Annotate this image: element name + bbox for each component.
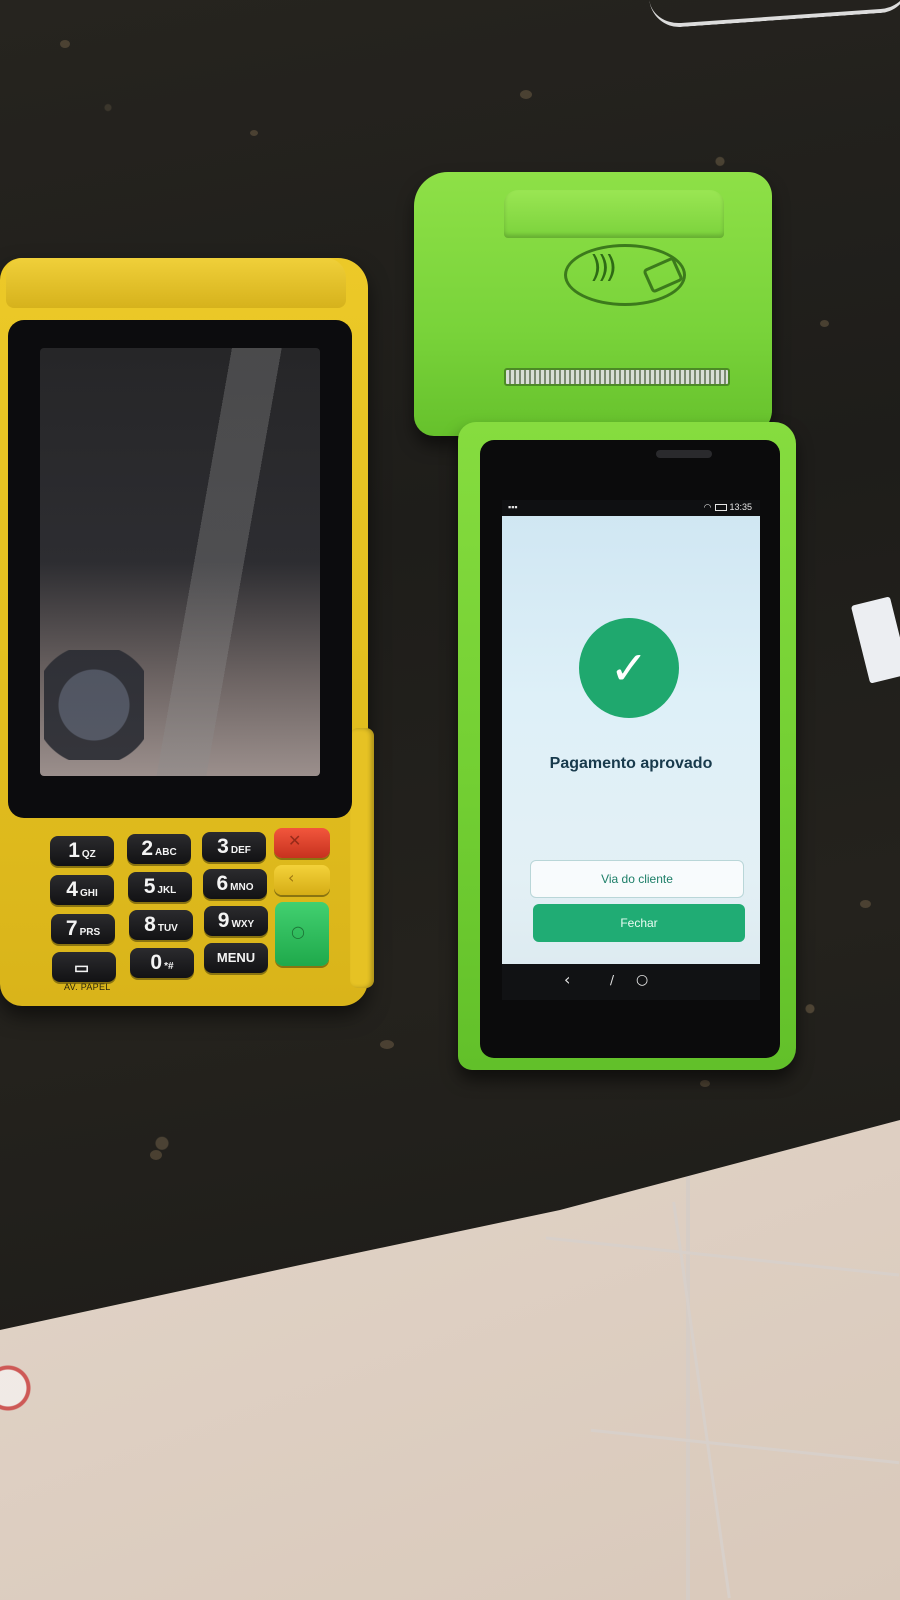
counter-speck xyxy=(700,1080,710,1087)
circle-icon: ○ xyxy=(291,922,305,941)
check-icon: ✓ xyxy=(609,641,649,695)
home-icon[interactable]: / xyxy=(610,970,614,990)
success-badge: ✓ xyxy=(579,618,679,718)
close-button[interactable]: Fechar xyxy=(533,904,745,942)
key-0[interactable]: 0 *# xyxy=(130,948,194,978)
contactless-waves-icon: ))) xyxy=(590,250,617,285)
receipt-paper-slot xyxy=(504,368,730,386)
counter-speck xyxy=(150,1150,162,1160)
terminal-keypad: 1 QZ 2 ABC 3 DEF ✕ 4 GHI 5 JKL 6 MNO ‹ 7 PRS 8T… xyxy=(46,828,336,998)
confirm-key[interactable]: ○ xyxy=(275,902,329,966)
screen-reflection xyxy=(44,650,144,760)
key-1[interactable]: 1 QZ xyxy=(50,836,114,866)
battery-icon xyxy=(715,504,728,512)
cancel-key[interactable]: ✕ xyxy=(274,828,330,858)
counter-speck xyxy=(380,1040,394,1049)
key-3[interactable]: 3 DEF xyxy=(202,832,266,862)
terminal-earpiece xyxy=(656,450,712,458)
signal-icon: ▪▪▪ xyxy=(508,502,518,512)
payment-app-screen: ▪▪▪ ◠ 13:35 ✓ Pagamento aprovado Via do c… xyxy=(502,500,760,1000)
key-7[interactable]: 7 PRS xyxy=(51,914,115,944)
status-bar: ▪▪▪ ◠ 13:35 xyxy=(502,500,760,516)
recents-icon[interactable]: ○ xyxy=(636,970,648,990)
key-9[interactable]: 9 WXY xyxy=(204,906,268,936)
key-4[interactable]: 4 GHI xyxy=(50,875,114,905)
back-arrow-icon: ‹ xyxy=(288,868,295,887)
payment-status-title: Pagamento aprovado xyxy=(549,755,713,772)
system-nav-bar: ‹ / ○ xyxy=(502,964,760,1000)
correct-key[interactable]: ‹ xyxy=(274,865,330,895)
status-right: ◠ 13:35 xyxy=(704,502,752,513)
status-time: 13:35 xyxy=(729,502,752,512)
key-6[interactable]: 6 MNO xyxy=(203,869,267,899)
terminal-top-lip xyxy=(6,258,346,308)
green-payment-terminal: ))) ▪▪▪ ◠ 13:35 ✓ Pagamento aprovado Via … xyxy=(414,172,796,1070)
paper-feed-key[interactable]: ▭ xyxy=(52,952,116,982)
counter-speck xyxy=(60,40,70,48)
counter-speck xyxy=(250,130,258,136)
x-icon: ✕ xyxy=(288,831,302,850)
wifi-icon: ◠ xyxy=(703,502,712,512)
key-2[interactable]: 2 ABC xyxy=(127,834,191,864)
customer-receipt-button[interactable]: Via do cliente xyxy=(530,860,744,898)
key-8[interactable]: 8 TUV xyxy=(129,910,193,940)
back-icon[interactable]: ‹ xyxy=(564,970,570,990)
printer-icon: ▭ xyxy=(74,960,90,977)
terminal-printer-head: ))) xyxy=(414,172,772,436)
counter-speck xyxy=(820,320,829,327)
paper-feed-label: AV. PAPEL xyxy=(64,982,111,992)
menu-key[interactable]: MENU xyxy=(204,943,268,973)
cloth-corner xyxy=(0,1340,40,1460)
counter-speck xyxy=(860,900,871,908)
terminal-side-strap xyxy=(350,728,374,988)
key-5[interactable]: 5 JKL xyxy=(128,872,192,902)
counter-speck xyxy=(520,90,532,99)
printer-lid[interactable] xyxy=(504,190,724,238)
